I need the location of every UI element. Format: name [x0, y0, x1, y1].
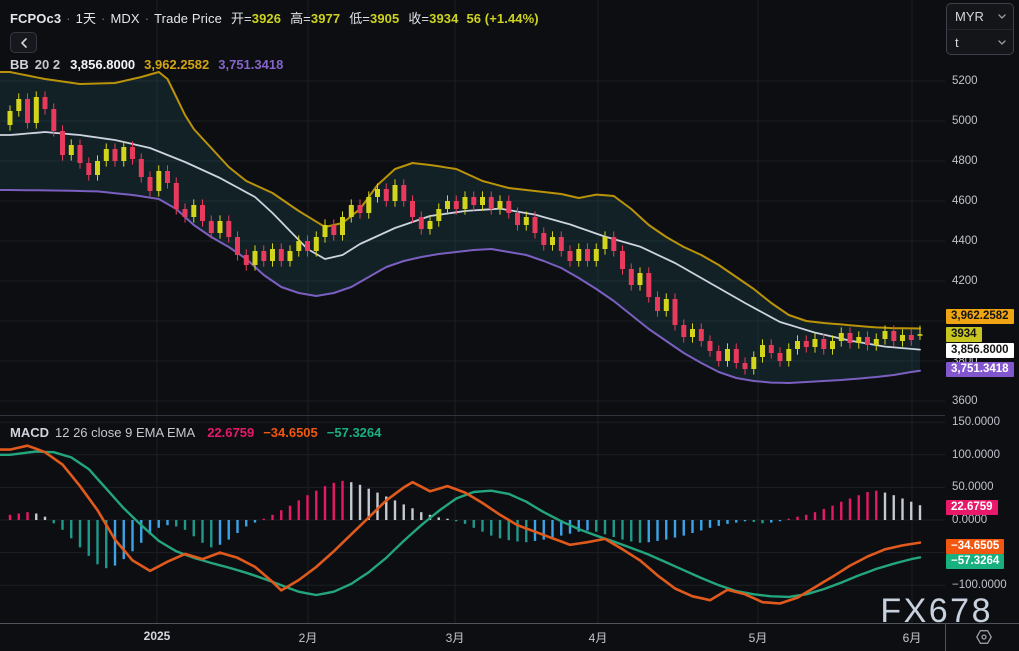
time-tick-label: 2月 [298, 631, 318, 645]
pane-separator[interactable] [0, 415, 1019, 416]
bb-indicator-legend[interactable]: BB 20 2 3,856.8000 3,962.2582 3,751.3418 [10, 57, 283, 72]
bb-basis-value: 3,856.8000 [70, 57, 136, 72]
trading-chart-app: FCPOc3 · 1天 · MDX · Trade Price 开=3926 高=3977 低=3… [0, 0, 1019, 651]
price-axis[interactable]: 520050004800460044004200400038003600150.… [945, 0, 1019, 623]
price-tick-label: 5200 [952, 75, 978, 87]
separator-dot: · [66, 11, 71, 26]
bb-title: BB [10, 57, 29, 72]
chevron-down-icon [998, 39, 1006, 45]
time-tick-label: 5月 [748, 631, 768, 645]
price-tick-label: 5000 [952, 115, 978, 127]
close-label: 收= [408, 11, 430, 26]
price-tick-label: 4800 [952, 155, 978, 167]
low-label: 低= [349, 11, 370, 26]
time-tick-label: 4月 [588, 631, 608, 645]
chart-canvas[interactable] [0, 0, 945, 623]
high-value: 3977 [310, 11, 341, 26]
unit-value: t [955, 34, 959, 50]
macd-tick-label: 150.0000 [952, 416, 1000, 429]
macd-tick-label: 100.0000 [952, 448, 1000, 461]
macd-tick-label: −100.0000 [952, 579, 1007, 592]
open-label: 开= [230, 11, 252, 26]
price-tick-label: 4400 [952, 235, 978, 247]
macd-signal-value: −57.3264 [326, 425, 382, 440]
macd-hist-label: 22.6759 [946, 500, 998, 515]
macd-indicator-legend[interactable]: MACD 12 26 close 9 EMA EMA 22.6759 −34.6505… [10, 425, 381, 440]
currency-value: MYR [955, 9, 984, 24]
exchange: MDX [110, 11, 140, 26]
bb-lower-value: 3,751.3418 [218, 57, 284, 72]
separator-dot: · [144, 11, 150, 26]
macd-title: MACD [10, 425, 49, 440]
currency-dropdown[interactable]: MYR [947, 4, 1013, 29]
price-tick-label: 3600 [952, 395, 978, 407]
macd-tick-label: 50.0000 [952, 481, 994, 494]
bb-lower-label: 3,751.3418 [946, 362, 1014, 377]
bb-upper-value: 3,962.2582 [144, 57, 210, 72]
fx678-watermark: FX678 [880, 592, 993, 630]
macd-hist-value: 22.6759 [207, 425, 255, 440]
macd-line-label: −34.6505 [946, 539, 1005, 554]
price-tick-label: 4600 [952, 195, 978, 207]
back-button[interactable] [10, 32, 37, 53]
scale-settings-icon[interactable] [975, 629, 993, 650]
separator-dot: · [101, 11, 106, 26]
change-value: 56 (+1.44%) [466, 11, 539, 26]
open-value: 3926 [251, 11, 282, 26]
macd-tick-label: 0.0000 [952, 514, 988, 526]
symbol-name: FCPOc3 [10, 11, 62, 26]
bb-upper-label: 3,962.2582 [946, 309, 1014, 324]
currency-selector: MYR t [946, 3, 1014, 55]
unit-dropdown[interactable]: t [947, 29, 1013, 54]
chevron-left-icon [20, 37, 27, 48]
interval: 1天 [75, 11, 97, 26]
bb-params: 20 2 [34, 57, 61, 72]
time-tick-label: 6月 [902, 631, 922, 645]
time-tick-label: 2025 [143, 629, 171, 643]
macd-params: 12 26 close 9 EMA EMA [55, 425, 196, 440]
price-tick-label: 4200 [952, 275, 978, 287]
time-axis[interactable]: 2025 2月 3月 4月 5月 6月 [0, 624, 945, 651]
time-tick-label: 3月 [445, 631, 465, 645]
bb-basis-label: 3,856.8000 [946, 343, 1014, 358]
close-value: 3934 [429, 11, 459, 26]
macd-signal-label: −57.3264 [946, 554, 1005, 569]
high-label: 高= [290, 11, 311, 26]
macd-line-value: −34.6505 [263, 425, 318, 440]
symbol-info-row: FCPOc3 · 1天 · MDX · Trade Price 开=3926 高=3977 低=3… [10, 8, 539, 27]
chevron-down-icon [998, 14, 1006, 19]
series-type: Trade Price [154, 11, 222, 26]
low-value: 3905 [369, 11, 400, 26]
hexagon-gear-icon [976, 630, 992, 644]
last-price-label: 3934 [946, 327, 982, 342]
